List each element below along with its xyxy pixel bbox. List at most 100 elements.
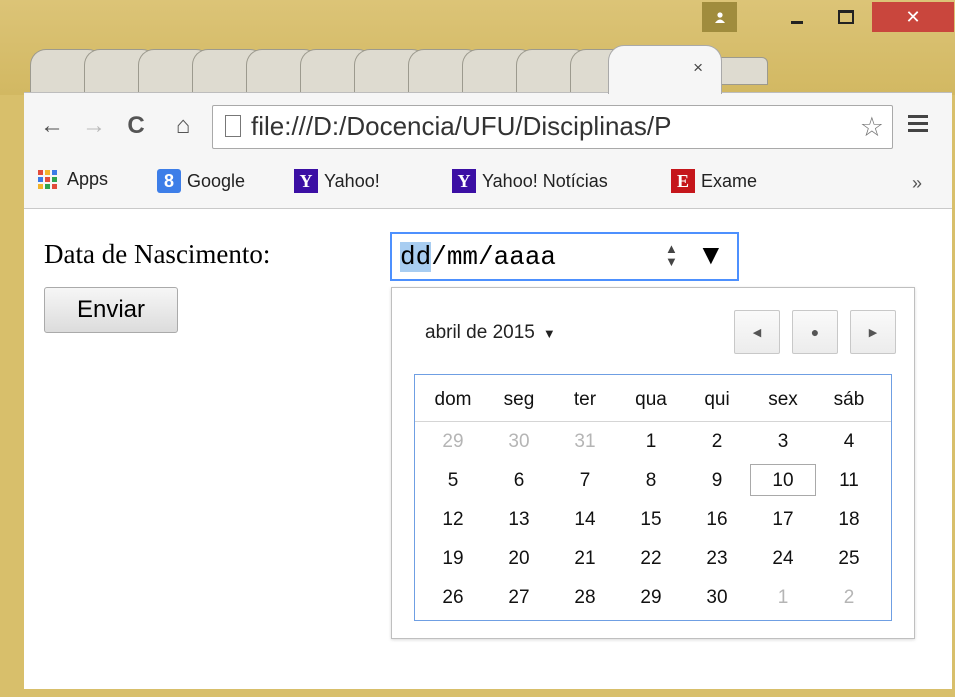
calendar-day[interactable]: 12: [419, 509, 487, 531]
yahoo-icon: Y: [452, 169, 476, 193]
forward-button[interactable]: →: [78, 107, 110, 145]
today-button[interactable]: ●: [792, 310, 838, 354]
bookmark-yahoo-noticias[interactable]: Y Yahoo! Notícias: [452, 169, 608, 193]
minimize-icon: [790, 20, 803, 24]
weekday-label: qua: [635, 389, 667, 410]
spin-down-icon[interactable]: ▼: [665, 255, 678, 268]
tab-strip: ×: [30, 45, 930, 94]
menu-icon-bar: [908, 129, 928, 132]
calendar-day[interactable]: 28: [551, 587, 619, 609]
calendar-day[interactable]: 4: [815, 431, 883, 453]
bookmark-label: Yahoo! Notícias: [482, 170, 608, 191]
calendar-day[interactable]: 13: [485, 509, 553, 531]
bookmark-exame[interactable]: E Exame: [671, 169, 757, 193]
calendar-day[interactable]: 19: [419, 548, 487, 570]
close-icon: ✕: [905, 6, 921, 27]
calendar-day[interactable]: 1: [617, 431, 685, 453]
chevron-right-icon: ▶: [868, 326, 878, 339]
bookmarks-bar: Apps 8 Google Y Yahoo! Y Yahoo! Notícias…: [24, 161, 952, 201]
calendar-day[interactable]: 26: [419, 587, 487, 609]
calendar-day[interactable]: 16: [683, 509, 751, 531]
tab-close-icon[interactable]: ×: [693, 58, 703, 78]
maximize-button[interactable]: [823, 2, 868, 32]
calendar-day[interactable]: 1: [749, 587, 817, 609]
calendar-day[interactable]: 23: [683, 548, 751, 570]
calendar-day[interactable]: 18: [815, 509, 883, 531]
reload-button[interactable]: C: [118, 107, 154, 145]
bookmark-star-icon[interactable]: ☆: [856, 112, 884, 143]
calendar-day[interactable]: 17: [749, 509, 817, 531]
next-month-button[interactable]: ▶: [850, 310, 896, 354]
calendar-day[interactable]: 31: [551, 431, 619, 453]
chevron-left-icon: ◀: [752, 326, 762, 339]
calendar-day[interactable]: 14: [551, 509, 619, 531]
reload-icon: C: [127, 112, 145, 139]
date-day-segment[interactable]: dd: [400, 242, 432, 272]
date-spinner[interactable]: ▲ ▼: [665, 242, 678, 268]
date-input-text[interactable]: dd/mm/aaaa: [400, 242, 556, 272]
forward-arrow-icon: →: [82, 112, 106, 139]
calendar-day[interactable]: 5: [419, 470, 487, 492]
month-label: abril de 2015: [425, 322, 535, 343]
page-content: Data de Nascimento: dd/mm/aaaa ▲ ▼ ▼ Env…: [24, 208, 952, 689]
calendar-day[interactable]: 2: [815, 587, 883, 609]
calendar-day-today[interactable]: 10: [749, 470, 817, 492]
weekday-label: ter: [573, 389, 597, 410]
weekday-label: sex: [768, 389, 798, 410]
bookmark-google[interactable]: 8 Google: [157, 169, 245, 193]
home-button[interactable]: ⌂: [164, 107, 202, 145]
date-input[interactable]: dd/mm/aaaa ▲ ▼ ▼: [390, 232, 739, 281]
profile-button[interactable]: [702, 2, 737, 32]
calendar-day[interactable]: 2: [683, 431, 751, 453]
month-selector[interactable]: abril de 2015 ▼: [425, 322, 556, 344]
browser-window: ✕ × ← → C ⌂ file:///D:/Docencia/UFU/Disc…: [0, 0, 955, 697]
menu-icon: [908, 115, 928, 118]
date-rest-segment[interactable]: /mm/aaaa: [431, 242, 556, 272]
menu-button[interactable]: [908, 115, 928, 136]
apps-grid-icon: [38, 170, 57, 189]
minimize-button[interactable]: [774, 2, 819, 32]
calendar-dropdown-icon[interactable]: ▼: [697, 239, 725, 271]
google-icon: 8: [157, 169, 181, 193]
bookmark-label: Yahoo!: [324, 170, 380, 191]
calendar-day[interactable]: 24: [749, 548, 817, 570]
calendar-day[interactable]: 30: [485, 431, 553, 453]
calendar-day[interactable]: 21: [551, 548, 619, 570]
page-icon: [225, 115, 241, 137]
address-bar[interactable]: file:///D:/Docencia/UFU/Disciplinas/P ☆: [212, 105, 893, 149]
window-close-button[interactable]: ✕: [872, 2, 954, 32]
calendar-popup: abril de 2015 ▼ ◀ ● ▶ dom seg ter qua qui sex s…: [391, 287, 915, 639]
calendar-day[interactable]: 29: [617, 587, 685, 609]
prev-month-button[interactable]: ◀: [734, 310, 780, 354]
url-text[interactable]: file:///D:/Docencia/UFU/Disciplinas/P: [251, 111, 671, 142]
back-button[interactable]: ←: [36, 107, 68, 145]
calendar-day[interactable]: 3: [749, 431, 817, 453]
dot-icon: ●: [810, 324, 820, 340]
calendar-day[interactable]: 29: [419, 431, 487, 453]
maximize-icon: [837, 10, 854, 24]
calendar-day[interactable]: 15: [617, 509, 685, 531]
more-bookmarks-chevron-icon[interactable]: »: [912, 173, 922, 194]
calendar-day[interactable]: 6: [485, 470, 553, 492]
bookmark-label: Google: [187, 170, 246, 191]
calendar-day[interactable]: 22: [617, 548, 685, 570]
calendar-day[interactable]: 7: [551, 470, 619, 492]
home-icon: ⌂: [175, 112, 191, 139]
bookmark-yahoo[interactable]: Y Yahoo!: [294, 169, 380, 193]
calendar-day[interactable]: 8: [617, 470, 685, 492]
bookmark-apps[interactable]: Apps: [38, 169, 108, 190]
birthdate-label: Data de Nascimento:: [44, 239, 271, 269]
calendar-day[interactable]: 20: [485, 548, 553, 570]
browser-toolbar: ← → C ⌂ file:///D:/Docencia/UFU/Discipli…: [24, 92, 952, 209]
calendar-day[interactable]: 30: [683, 587, 751, 609]
exame-icon: E: [671, 169, 695, 193]
menu-icon-bar: [908, 122, 928, 125]
calendar-day[interactable]: 27: [485, 587, 553, 609]
calendar-day[interactable]: 11: [815, 470, 883, 492]
tab-active[interactable]: ×: [608, 45, 722, 94]
month-caret-icon: ▼: [542, 326, 556, 341]
submit-button[interactable]: Enviar: [44, 287, 178, 333]
calendar-day[interactable]: 25: [815, 548, 883, 570]
weekday-label: sáb: [833, 389, 865, 410]
calendar-day[interactable]: 9: [683, 470, 751, 492]
